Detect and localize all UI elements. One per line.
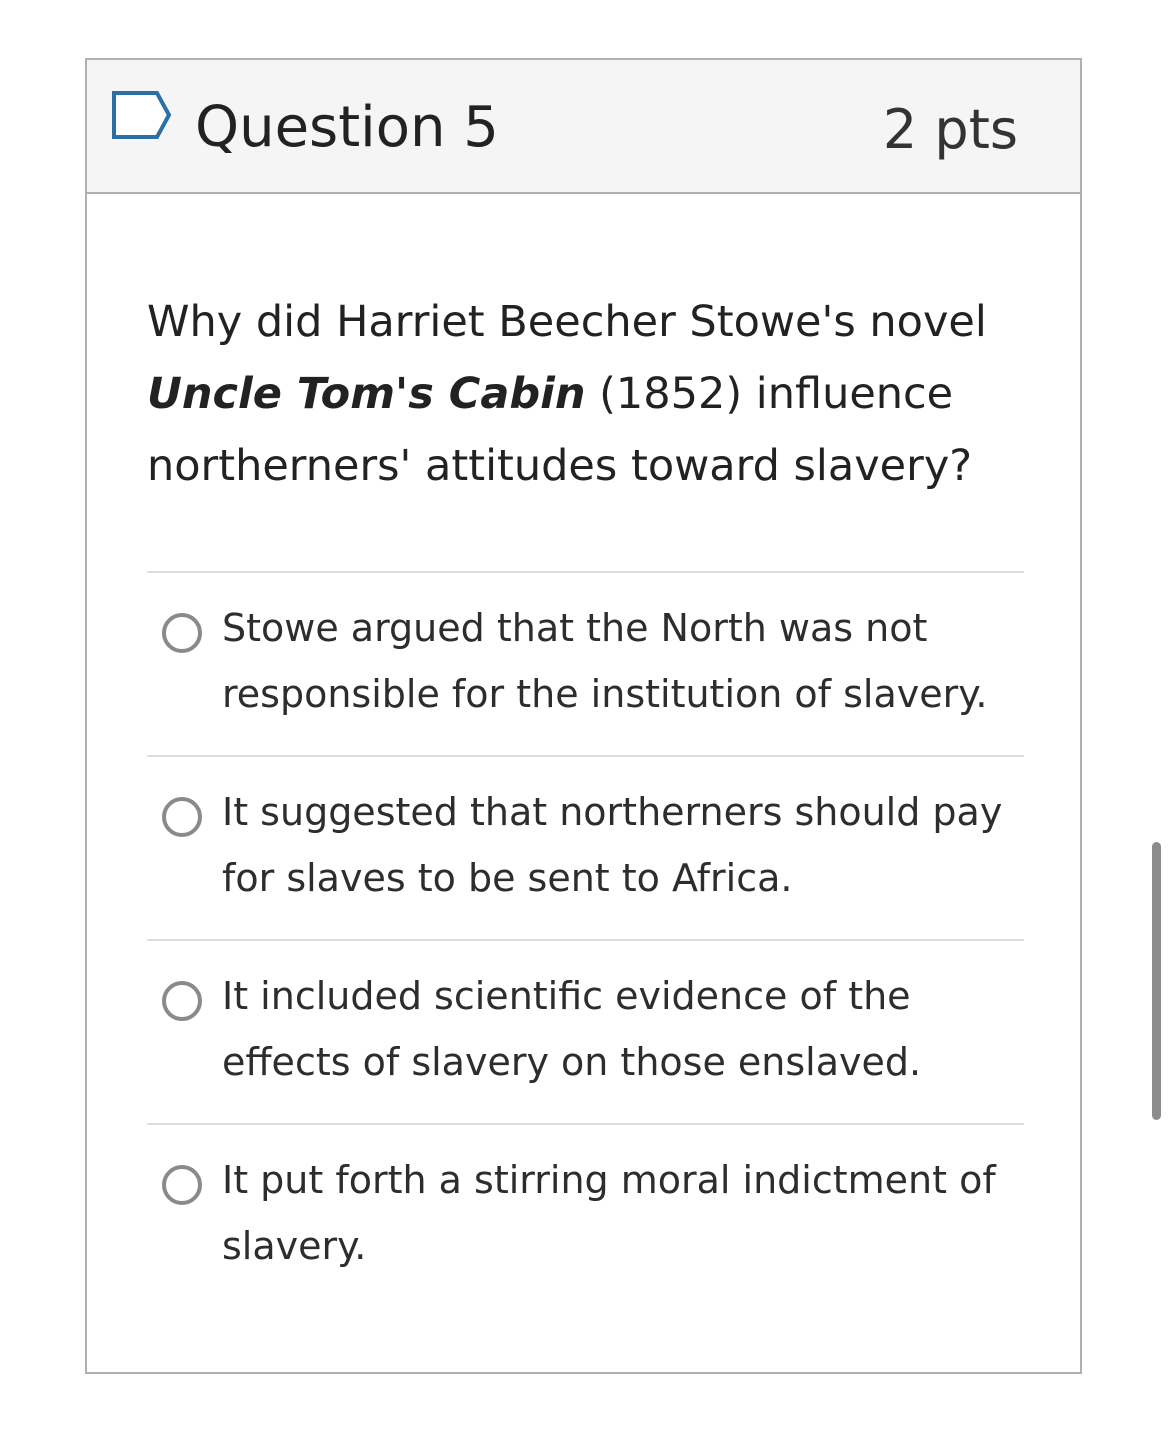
radio-button[interactable] bbox=[162, 797, 202, 837]
radio-button[interactable] bbox=[162, 1165, 202, 1205]
quiz-page: Question 5 2 pts Why did Harriet Beecher… bbox=[0, 0, 1170, 1438]
flag-icon[interactable] bbox=[111, 90, 173, 140]
scrollbar[interactable] bbox=[1152, 842, 1161, 1120]
question-card: Question 5 2 pts Why did Harriet Beecher… bbox=[85, 58, 1082, 1374]
radio-button[interactable] bbox=[162, 613, 202, 653]
answer-option[interactable]: It put forth a stirring moral indictment… bbox=[147, 1123, 1024, 1307]
novel-title: Uncle Tom's Cabin bbox=[147, 369, 586, 419]
answer-list: Stowe argued that the North was not resp… bbox=[147, 571, 1024, 1307]
answer-label[interactable]: It suggested that northerners should pay… bbox=[222, 779, 1022, 911]
question-points: 2 pts bbox=[882, 98, 1018, 161]
answer-option[interactable]: Stowe argued that the North was not resp… bbox=[147, 571, 1024, 755]
answer-option[interactable]: It included scientific evidence of the e… bbox=[147, 939, 1024, 1123]
answer-option[interactable]: It suggested that northerners should pay… bbox=[147, 755, 1024, 939]
answer-label[interactable]: It put forth a stirring moral indictment… bbox=[222, 1147, 1022, 1279]
question-title: Question 5 bbox=[195, 95, 499, 160]
question-header: Question 5 2 pts bbox=[87, 60, 1080, 194]
radio-button[interactable] bbox=[162, 981, 202, 1021]
question-text-start: Why did Harriet Beecher Stowe's novel bbox=[147, 297, 987, 347]
answer-label[interactable]: Stowe argued that the North was not resp… bbox=[222, 595, 1022, 727]
question-text: Why did Harriet Beecher Stowe's novel Un… bbox=[147, 286, 1007, 502]
answer-label[interactable]: It included scientific evidence of the e… bbox=[222, 963, 1022, 1095]
